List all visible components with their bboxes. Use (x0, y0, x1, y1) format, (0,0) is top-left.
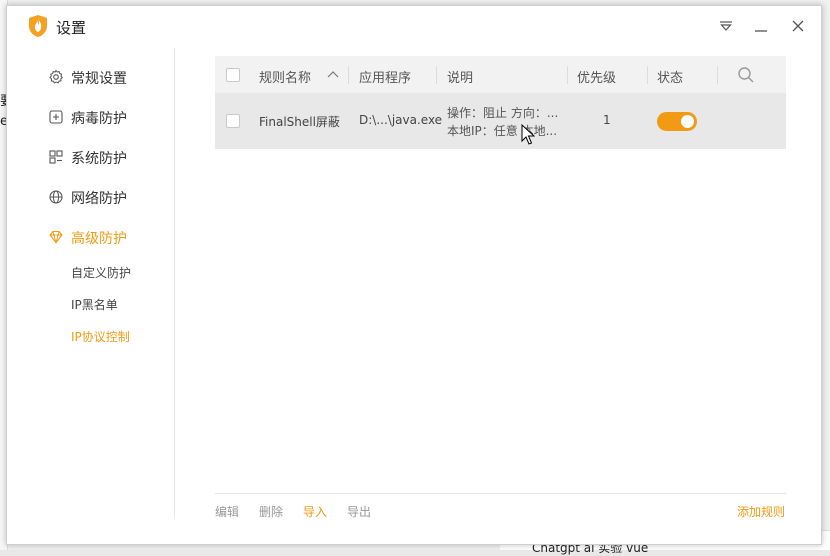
column-header-priority[interactable]: 优先级 (577, 67, 616, 86)
column-divider (567, 66, 568, 84)
table-header: 规则名称 应用程序 说明 优先级 状态 (215, 56, 786, 93)
sidebar-item-network[interactable]: 网络防护 (7, 182, 174, 212)
close-button[interactable] (786, 14, 810, 38)
grid-icon (49, 150, 63, 164)
add-rule-button[interactable]: 添加规则 (737, 503, 785, 520)
sidebar-subitem-ip-blacklist[interactable]: IP黑名单 (71, 296, 118, 313)
export-button[interactable]: 导出 (347, 503, 371, 520)
sidebar-item-label: 网络防护 (71, 191, 127, 207)
sidebar-subitem-custom[interactable]: 自定义防护 (71, 264, 131, 281)
dropdown-triangle-icon (720, 21, 732, 31)
sidebar-item-label: 高级防护 (71, 231, 127, 247)
column-header-app[interactable]: 应用程序 (359, 67, 411, 86)
sidebar-item-virus[interactable]: 病毒防护 (7, 102, 174, 132)
row-checkbox[interactable] (226, 114, 240, 128)
sidebar-item-advanced[interactable]: 高级防护 (7, 222, 174, 252)
table-row[interactable]: FinalShell屏蔽 D:\...\java.exe 操作：阻止 方向：..… (215, 93, 786, 149)
column-header-name[interactable]: 规则名称 (259, 67, 311, 86)
select-all-checkbox[interactable] (226, 68, 240, 82)
minimize-icon (755, 30, 767, 32)
edit-button[interactable]: 编辑 (215, 503, 239, 520)
delete-button[interactable]: 删除 (259, 503, 283, 520)
title-bar: 设置 (7, 6, 821, 46)
sidebar-item-label: 病毒防护 (71, 111, 127, 127)
rule-name-cell: FinalShell屏蔽 (259, 115, 340, 129)
plus-square-icon (49, 110, 63, 124)
column-divider (647, 66, 648, 84)
footer-divider (215, 493, 786, 494)
rule-priority-cell: 1 (603, 113, 611, 127)
search-icon[interactable] (737, 66, 755, 84)
gear-icon (49, 69, 64, 84)
minimize-button[interactable] (749, 14, 773, 38)
settings-window: 设置 常规设置 病毒防护 系统防护 网络防护 高级防护 自定义防护 IP黑名单 … (6, 5, 822, 545)
sidebar-subitem-ip-protocol[interactable]: IP协议控制 (71, 328, 130, 345)
huorong-logo-icon (29, 15, 47, 37)
mouse-cursor-icon (521, 124, 535, 145)
globe-icon (49, 190, 63, 204)
window-title: 设置 (56, 19, 87, 37)
sidebar-item-system[interactable]: 系统防护 (7, 142, 174, 172)
rule-desc-line2: 本地IP：任意 本地... (447, 124, 558, 138)
rule-app-cell: D:\...\java.exe (359, 113, 443, 127)
settings-sidebar: 常规设置 病毒防护 系统防护 网络防护 高级防护 自定义防护 IP黑名单 IP协… (7, 48, 175, 518)
column-divider (717, 66, 718, 84)
column-header-status[interactable]: 状态 (657, 67, 683, 86)
close-icon (792, 20, 804, 32)
import-button[interactable]: 导入 (303, 503, 327, 520)
column-header-desc[interactable]: 说明 (447, 67, 473, 86)
sidebar-item-label: 系统防护 (71, 151, 127, 167)
rule-desc-line1: 操作：阻止 方向：... (447, 106, 559, 120)
diamond-icon (49, 230, 63, 245)
column-divider (348, 66, 349, 84)
sort-ascending-icon[interactable] (326, 68, 340, 80)
rule-status-toggle[interactable] (657, 112, 697, 131)
sidebar-item-label: 常规设置 (71, 71, 127, 87)
toggle-knob (681, 115, 694, 128)
menu-button[interactable] (714, 14, 738, 38)
column-divider (436, 66, 437, 84)
sidebar-item-general[interactable]: 常规设置 (7, 62, 174, 92)
